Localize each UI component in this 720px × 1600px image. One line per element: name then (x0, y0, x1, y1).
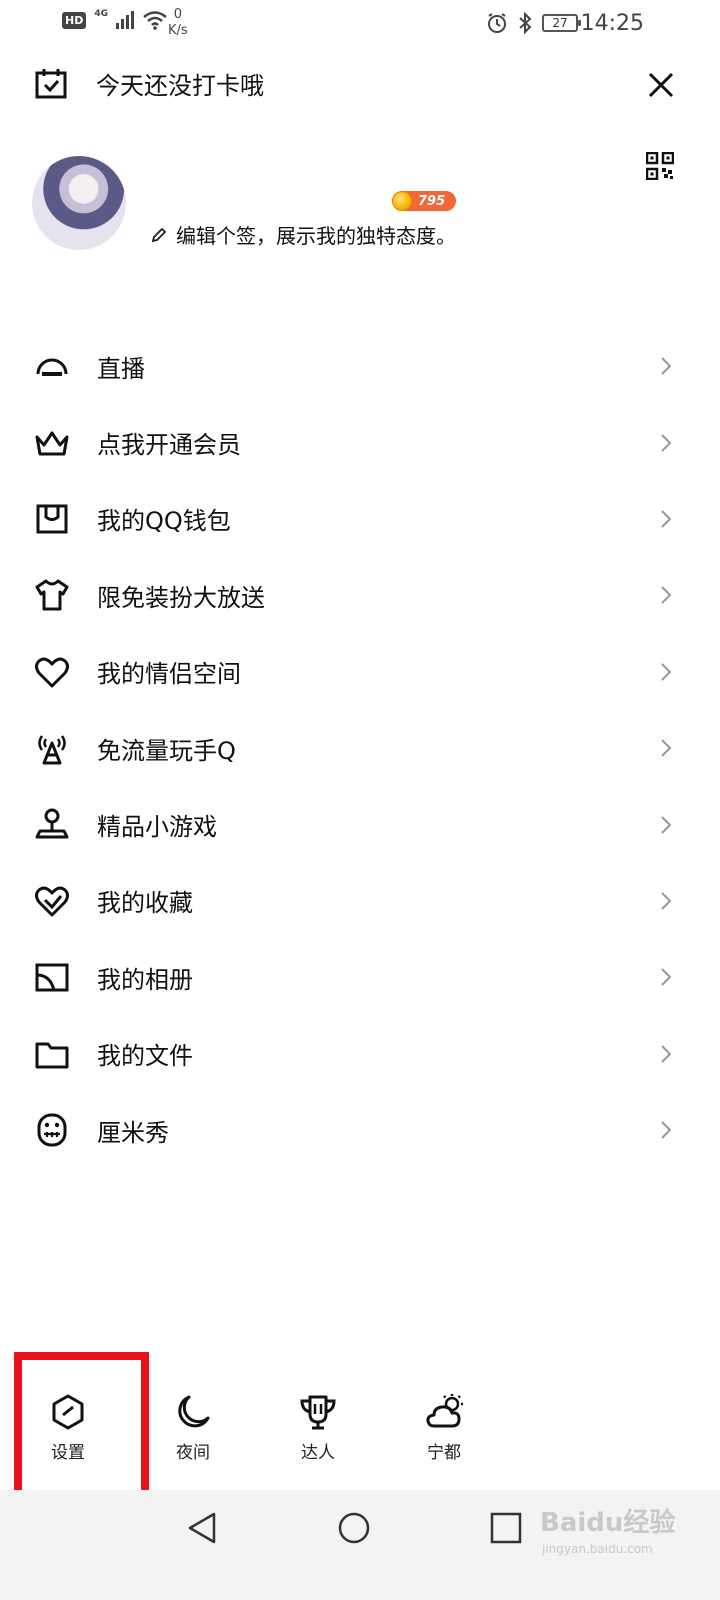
menu-item-label: 免流量玩手Q (97, 736, 236, 765)
home-icon[interactable] (336, 1510, 372, 1546)
tshirt-icon (35, 579, 69, 611)
chevron-right-icon (661, 968, 672, 987)
menu-item-label: 厘米秀 (97, 1118, 169, 1147)
night-mode-label: 夜间 (176, 1443, 210, 1463)
network-speed: 0 K/s (168, 7, 188, 39)
moon-icon (178, 1395, 210, 1428)
cmshow-icon (37, 1113, 67, 1147)
menu-item-label: 直播 (97, 354, 145, 383)
weather-icon (426, 1394, 463, 1428)
pencil-icon (151, 227, 167, 242)
qr-code-icon[interactable] (646, 152, 674, 180)
checkin-row[interactable]: 今天还没打卡哦 (34, 66, 264, 101)
system-nav-bar: Baidu经验 jingyan.baidu.com (0, 1490, 720, 1600)
joystick-icon (35, 808, 69, 839)
signature-row[interactable]: 编辑个签，展示我的独特态度。 (150, 220, 456, 249)
close-icon[interactable] (646, 70, 676, 100)
status-bar: HD 4G 0 K/s 27 14:25 (0, 0, 720, 52)
menu-item-wallet[interactable]: 我的QQ钱包 (0, 481, 720, 557)
battery-icon: 27 (542, 14, 581, 32)
menu-item-album[interactable]: 我的相册 (0, 939, 720, 1015)
chevron-right-icon (661, 892, 672, 910)
chevron-right-icon (661, 1044, 672, 1063)
chevron-right-icon (661, 1121, 672, 1139)
battery-level: 27 (552, 16, 568, 30)
trophy-icon (300, 1395, 336, 1430)
signature-text: 编辑个签，展示我的独特态度。 (176, 224, 456, 248)
watermark-url: jingyan.baidu.com (542, 1542, 653, 1556)
menu-item-dressup[interactable]: 限免装扮大放送 (0, 557, 720, 633)
bluetooth-icon (519, 12, 532, 34)
menu-item-free-data[interactable]: 免流量玩手Q (0, 710, 720, 786)
menu-item-cmshow[interactable]: 厘米秀 (0, 1092, 720, 1168)
album-icon (35, 963, 69, 992)
status-left: HD 4G (62, 9, 168, 30)
menu-item-label: 精品小游戏 (97, 813, 217, 842)
coin-badge[interactable]: 795 (392, 191, 456, 211)
menu-item-label: 我的QQ钱包 (97, 507, 231, 536)
wifi-icon (143, 11, 167, 30)
menu-item-label: 点我开通会员 (97, 431, 241, 460)
network-type: 4G (94, 9, 108, 19)
checkin-label: 今天还没打卡哦 (96, 72, 264, 100)
coin-count: 795 (418, 193, 446, 209)
menu-item-live[interactable]: 直播 (0, 328, 720, 404)
chevron-right-icon (661, 739, 672, 757)
live-icon (36, 358, 68, 377)
chevron-right-icon (661, 663, 672, 681)
highlight-box (14, 1352, 149, 1507)
favorite-icon (35, 886, 69, 917)
status-right: 27 (486, 12, 581, 34)
menu-item-label: 限免装扮大放送 (97, 583, 265, 612)
chevron-right-icon (661, 357, 672, 375)
night-mode-button[interactable]: 夜间 (153, 1392, 233, 1482)
weather-label: 宁都 (427, 1443, 461, 1463)
chevron-right-icon (661, 815, 672, 834)
menu-item-games[interactable]: 精品小游戏 (0, 786, 720, 862)
menu-item-label: 我的文件 (97, 1042, 193, 1071)
back-icon[interactable] (184, 1510, 220, 1546)
speed-value: 0 (173, 7, 182, 22)
hd-badge: HD (62, 11, 87, 29)
clock: 14:25 (580, 11, 644, 36)
calendar-check-icon (35, 68, 67, 98)
alarm-icon (488, 13, 506, 33)
heart-icon (35, 657, 69, 688)
menu-item-couple[interactable]: 我的情侣空间 (0, 634, 720, 710)
menu-item-favorites[interactable]: 我的收藏 (0, 863, 720, 939)
watermark: Baidu经验 (540, 1508, 676, 1538)
expert-label: 达人 (301, 1443, 335, 1463)
avatar[interactable] (32, 156, 126, 250)
menu-item-label: 我的收藏 (97, 889, 193, 918)
folder-icon (35, 1042, 69, 1069)
weather-button[interactable]: 宁都 (404, 1392, 484, 1482)
menu-item-files[interactable]: 我的文件 (0, 1016, 720, 1092)
expert-button[interactable]: 达人 (278, 1392, 358, 1482)
menu-list: 直播 点我开通会员 我的QQ钱包 限免装扮大放送 我的情侣空间 免流量玩手Q 精… (0, 328, 720, 1168)
menu-item-label: 我的相册 (97, 965, 193, 994)
signal-tower-icon (38, 735, 66, 765)
chevron-right-icon (661, 510, 672, 528)
crown-icon (35, 431, 69, 456)
recent-apps-icon[interactable] (488, 1510, 524, 1546)
menu-item-label: 我的情侣空间 (97, 660, 241, 689)
signal-icon (116, 11, 134, 29)
chevron-right-icon (661, 586, 672, 605)
menu-item-vip[interactable]: 点我开通会员 (0, 404, 720, 480)
coin-icon (392, 191, 412, 211)
wallet-icon (36, 504, 68, 534)
chevron-right-icon (661, 433, 672, 452)
speed-unit: K/s (168, 23, 188, 38)
